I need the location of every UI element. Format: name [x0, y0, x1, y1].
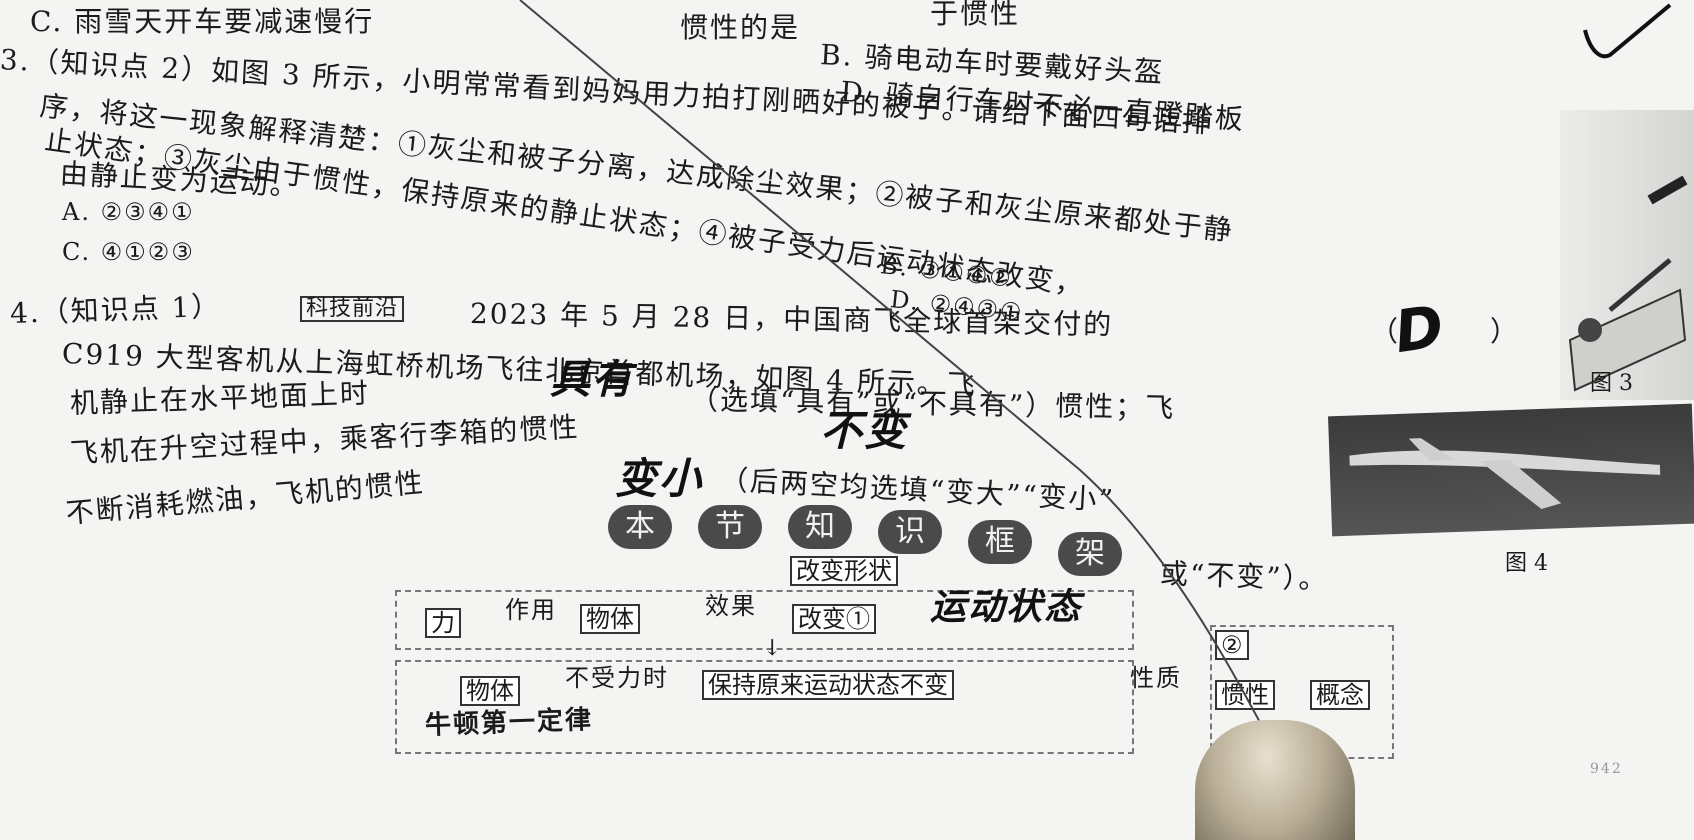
pen-stroke-line [519, 0, 1321, 840]
textbook-page: C. 雨雪天开车要减速慢行 惯性的是 于惯性 B. 骑电动车时要戴好头盔 D. … [0, 0, 1694, 840]
thumb-photo-occlusion [1195, 720, 1355, 840]
margin-page-mark: 942 [1590, 761, 1623, 777]
